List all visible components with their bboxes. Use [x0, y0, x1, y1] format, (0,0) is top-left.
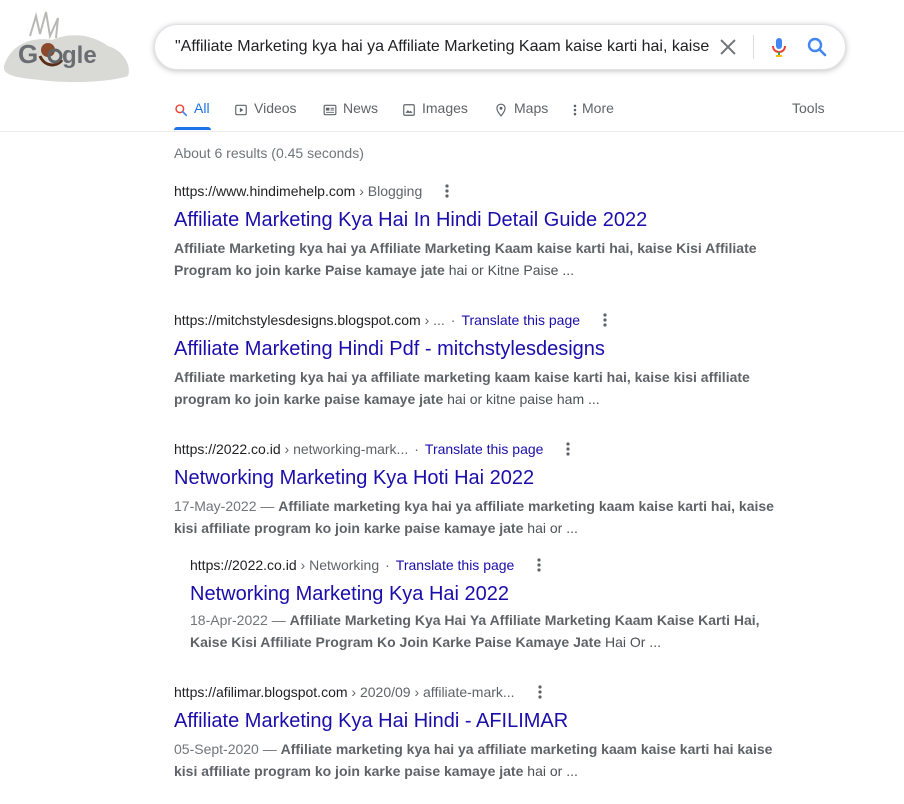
result-breadcrumb: › Networking: [300, 557, 380, 573]
separator-dot: ·: [414, 441, 419, 457]
tab-news-label: News: [343, 100, 379, 116]
search-icon: [175, 104, 188, 117]
search-result: https://mitchstylesdesigns.blogspot.com …: [174, 310, 794, 410]
tab-videos-label: Videos: [254, 100, 297, 116]
result-date: 18-Apr-2022 —: [190, 612, 290, 628]
tab-maps[interactable]: Maps: [494, 92, 548, 130]
result-domain: https://2022.co.id: [174, 441, 281, 457]
separator-dot: ·: [450, 312, 456, 328]
tab-maps-label: Maps: [514, 100, 549, 116]
result-url[interactable]: https://afilimar.blogspot.com › 2020/09 …: [174, 682, 784, 702]
result-url[interactable]: https://mitchstylesdesigns.blogspot.com …: [174, 310, 794, 330]
result-title-link[interactable]: Networking Marketing Kya Hai 2022: [190, 581, 780, 607]
result-snippet: 18-Apr-2022 — Affiliate Marketing Kya Ha…: [190, 609, 780, 653]
microphone-icon[interactable]: [767, 35, 791, 59]
google-doodle-logo[interactable]: G gle: [0, 6, 140, 86]
svg-text:gle: gle: [62, 42, 97, 69]
news-icon: [323, 104, 337, 116]
search-box[interactable]: "Affiliate Marketing kya hai ya Affiliat…: [154, 24, 846, 70]
tab-all-label: All: [194, 100, 210, 116]
result-domain: https://2022.co.id: [190, 557, 297, 573]
search-input[interactable]: "Affiliate Marketing kya hai ya Affiliat…: [175, 25, 715, 69]
snippet-text: hai or ...: [523, 763, 578, 779]
snippet-text: hai or Kitne Paise ...: [444, 262, 574, 278]
result-title-link[interactable]: Networking Marketing Kya Hoti Hai 2022: [174, 465, 784, 491]
result-url[interactable]: https://www.hindimehelp.com › Blogging: [174, 181, 794, 201]
result-title-link[interactable]: Affiliate Marketing Kya Hai Hindi - AFIL…: [174, 708, 784, 734]
translate-link[interactable]: Translate this page: [461, 310, 580, 330]
video-icon: [235, 104, 247, 116]
result-title-link[interactable]: Affiliate Marketing Kya Hai In Hindi Det…: [174, 207, 794, 233]
search-result: https://2022.co.id › networking-mark... …: [174, 439, 784, 539]
result-breadcrumb: › ...: [424, 312, 445, 328]
more-vert-icon: [573, 104, 577, 116]
separator-dot: ·: [385, 557, 390, 573]
tab-news[interactable]: News: [323, 92, 378, 130]
result-breadcrumb: › networking-mark...: [284, 441, 409, 457]
result-menu-icon[interactable]: [438, 182, 456, 200]
result-snippet: Affiliate Marketing kya hai ya Affiliate…: [174, 237, 794, 281]
result-url[interactable]: https://2022.co.id › Networking · Transl…: [190, 555, 780, 575]
search-icon[interactable]: [805, 35, 829, 59]
svg-text:G: G: [18, 39, 38, 69]
translate-link[interactable]: Translate this page: [425, 439, 544, 459]
result-title-link[interactable]: Affiliate Marketing Hindi Pdf - mitchsty…: [174, 336, 794, 362]
tab-more-label: More: [582, 100, 614, 116]
result-domain: https://www.hindimehelp.com: [174, 183, 356, 199]
translate-link[interactable]: Translate this page: [396, 555, 515, 575]
snippet-text: Hai Or ...: [601, 634, 662, 650]
tab-images[interactable]: Images: [402, 92, 468, 130]
map-pin-icon: [496, 103, 506, 117]
result-date: 05-Sept-2020 —: [174, 741, 281, 757]
header-divider: [0, 131, 904, 132]
result-date: 17-May-2022 —: [174, 498, 279, 514]
result-menu-icon[interactable]: [531, 683, 549, 701]
snippet-text: hai or ...: [523, 520, 578, 536]
tab-all[interactable]: All: [174, 92, 211, 130]
clear-icon[interactable]: [717, 36, 739, 58]
result-url[interactable]: https://2022.co.id › networking-mark... …: [174, 439, 784, 459]
result-menu-icon[interactable]: [530, 556, 548, 574]
search-result: https://afilimar.blogspot.com › 2020/09 …: [174, 682, 784, 782]
result-breadcrumb: › Blogging: [359, 183, 423, 199]
tab-images-label: Images: [422, 100, 468, 116]
result-snippet: 17-May-2022 — Affiliate marketing kya ha…: [174, 495, 784, 539]
snippet-text: hai or kitne paise ham ...: [443, 391, 600, 407]
result-breadcrumb: › 2020/09 › affiliate-mark...: [351, 684, 515, 700]
result-menu-icon[interactable]: [596, 311, 614, 329]
tab-videos[interactable]: Videos: [234, 92, 297, 130]
result-domain: https://afilimar.blogspot.com: [174, 684, 348, 700]
search-result: https://www.hindimehelp.com › Blogging A…: [174, 181, 794, 281]
result-domain: https://mitchstylesdesigns.blogspot.com: [174, 312, 421, 328]
result-snippet: Affiliate marketing kya hai ya affiliate…: [174, 366, 794, 410]
search-divider: [753, 35, 754, 59]
search-result-indented: https://2022.co.id › Networking · Transl…: [190, 555, 780, 653]
image-icon: [403, 104, 415, 116]
result-stats: About 6 results (0.45 seconds): [174, 145, 364, 161]
tools-button[interactable]: Tools: [792, 100, 825, 116]
result-menu-icon[interactable]: [559, 440, 577, 458]
result-snippet: 05-Sept-2020 — Affiliate marketing kya h…: [174, 738, 784, 782]
tab-more[interactable]: More: [572, 92, 614, 130]
